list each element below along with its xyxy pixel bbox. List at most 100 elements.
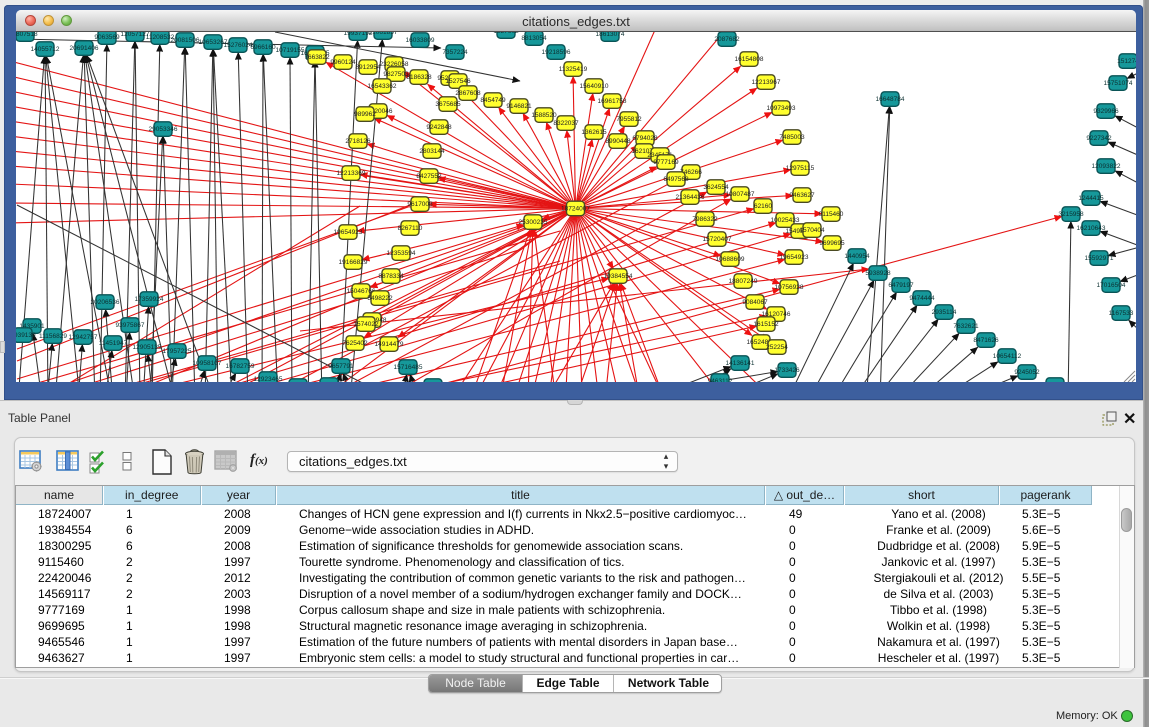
svg-text:9827503: 9827503 [383, 71, 409, 78]
svg-text:12942757: 12942757 [69, 334, 98, 341]
svg-text:16648784: 16648784 [876, 96, 905, 103]
svg-text:9777169: 9777169 [653, 159, 679, 166]
svg-text:16033809: 16033809 [406, 37, 435, 44]
svg-text:9329966: 9329966 [1093, 108, 1119, 115]
svg-text:9242848: 9242848 [426, 124, 452, 131]
svg-text:8322037: 8322037 [553, 120, 579, 127]
svg-text:7485003: 7485003 [779, 134, 805, 141]
svg-text:15276024: 15276024 [224, 42, 253, 49]
svg-text:5938928: 5938928 [865, 270, 891, 277]
svg-text:9463112: 9463112 [708, 378, 733, 382]
svg-text:1939139: 1939139 [16, 332, 36, 339]
svg-text:6497568: 6497568 [663, 176, 689, 183]
svg-text:15592971: 15592971 [1085, 255, 1114, 262]
svg-text:20691406: 20691406 [70, 45, 99, 52]
svg-text:3215958: 3215958 [1058, 211, 1084, 218]
svg-text:252254: 252254 [766, 344, 788, 351]
svg-text:2867608: 2867608 [455, 90, 481, 97]
svg-text:14914479: 14914479 [375, 341, 404, 348]
svg-text:15716485: 15716485 [394, 364, 423, 371]
svg-text:2803144: 2803144 [419, 148, 445, 155]
svg-text:18724007: 18724007 [561, 206, 590, 213]
svg-text:11325419: 11325419 [559, 66, 588, 73]
svg-text:3675685: 3675685 [435, 101, 461, 108]
svg-text:989962: 989962 [354, 111, 376, 118]
svg-text:7632621: 7632621 [953, 323, 979, 330]
svg-text:2935114: 2935114 [932, 309, 957, 316]
svg-text:62160: 62160 [754, 203, 772, 210]
svg-text:10973493: 10973493 [767, 105, 796, 112]
svg-text:21061857: 21061857 [369, 32, 398, 36]
svg-text:10654112: 10654112 [993, 353, 1022, 360]
svg-text:9463627: 9463627 [789, 192, 815, 199]
svg-text:17359924: 17359924 [135, 296, 164, 303]
svg-text:8427552: 8427552 [416, 173, 442, 180]
svg-text:6966160: 6966160 [250, 44, 276, 51]
svg-text:15640910: 15640910 [580, 83, 609, 90]
svg-text:16961758: 16961758 [598, 98, 627, 105]
svg-text:12923465: 12923465 [254, 376, 283, 382]
svg-text:9063569: 9063569 [94, 34, 120, 41]
svg-text:8912954: 8912954 [355, 64, 381, 71]
svg-text:1440954: 1440954 [844, 253, 870, 260]
svg-text:1807518: 1807518 [16, 32, 38, 38]
svg-text:20206536: 20206536 [91, 299, 120, 306]
svg-text:19654923: 19654923 [334, 229, 363, 236]
svg-text:1527546: 1527546 [445, 78, 471, 85]
svg-text:12353594: 12353594 [387, 250, 416, 257]
svg-text:8454749: 8454749 [480, 97, 506, 104]
svg-text:9245052: 9245052 [1014, 369, 1040, 376]
svg-text:7357224: 7357224 [442, 49, 468, 56]
svg-text:1570404: 1570404 [799, 227, 825, 234]
svg-text:151274: 151274 [1117, 58, 1136, 65]
svg-text:25300235: 25300235 [519, 219, 548, 226]
svg-text:10688609: 10688609 [716, 256, 745, 263]
svg-text:7986322: 7986322 [692, 216, 718, 223]
svg-text:1362615: 1362615 [581, 129, 607, 136]
svg-text:16154808: 16154808 [735, 56, 764, 63]
svg-text:12975115: 12975115 [786, 165, 815, 172]
svg-text:7625402: 7625402 [342, 340, 368, 347]
svg-text:20081506: 20081506 [171, 37, 200, 44]
svg-text:16210643: 16210643 [1077, 225, 1106, 232]
svg-text:19384554: 19384554 [604, 273, 633, 280]
svg-text:9146821: 9146821 [506, 103, 532, 110]
svg-text:11156829: 11156829 [39, 333, 67, 340]
svg-text:1244415: 1244415 [1078, 195, 1104, 202]
svg-text:14055712: 14055712 [31, 46, 60, 53]
svg-text:15720407: 15720407 [703, 236, 732, 243]
svg-text:8471626: 8471626 [973, 337, 999, 344]
svg-text:19166829: 19166829 [339, 259, 368, 266]
svg-text:11451947: 11451947 [99, 340, 128, 347]
svg-text:93975867: 93975867 [116, 322, 145, 329]
svg-text:9115460: 9115460 [819, 211, 844, 218]
svg-text:17016504: 17016504 [1097, 282, 1126, 289]
svg-text:9474444: 9474444 [909, 295, 935, 302]
svg-text:9699695: 9699695 [819, 240, 845, 247]
svg-text:29053346: 29053346 [149, 126, 178, 133]
svg-text:8813054: 8813054 [521, 35, 547, 42]
svg-text:12905135: 12905135 [133, 344, 162, 351]
svg-text:1615152: 1615152 [753, 321, 779, 328]
svg-text:7955812: 7955812 [616, 116, 642, 123]
svg-text:2087682: 2087682 [714, 36, 740, 43]
svg-text:10807487: 10807487 [726, 191, 755, 198]
svg-text:9960124: 9960124 [330, 59, 356, 66]
svg-text:8878334: 8878334 [378, 273, 404, 280]
svg-text:19218596: 19218596 [542, 49, 571, 56]
svg-text:8990448: 8990448 [605, 138, 631, 145]
svg-text:9617008: 9617008 [407, 201, 433, 208]
svg-text:1167533: 1167533 [1109, 310, 1134, 317]
svg-text:1574022: 1574022 [353, 321, 379, 328]
svg-text:18807249: 18807249 [729, 278, 758, 285]
svg-text:17957225: 17957225 [163, 348, 192, 355]
svg-text:14136141: 14136141 [726, 360, 755, 367]
svg-text:18613074: 18613074 [596, 32, 625, 38]
svg-text:1527602: 1527602 [493, 32, 519, 35]
svg-text:1733426: 1733426 [774, 367, 800, 374]
svg-text:10756928: 10756928 [775, 284, 804, 291]
svg-text:12093822: 12093822 [1092, 163, 1121, 170]
svg-text:9657791: 9657791 [328, 363, 354, 370]
svg-text:9084067: 9084067 [742, 299, 768, 306]
svg-text:10958107: 10958107 [193, 360, 222, 367]
